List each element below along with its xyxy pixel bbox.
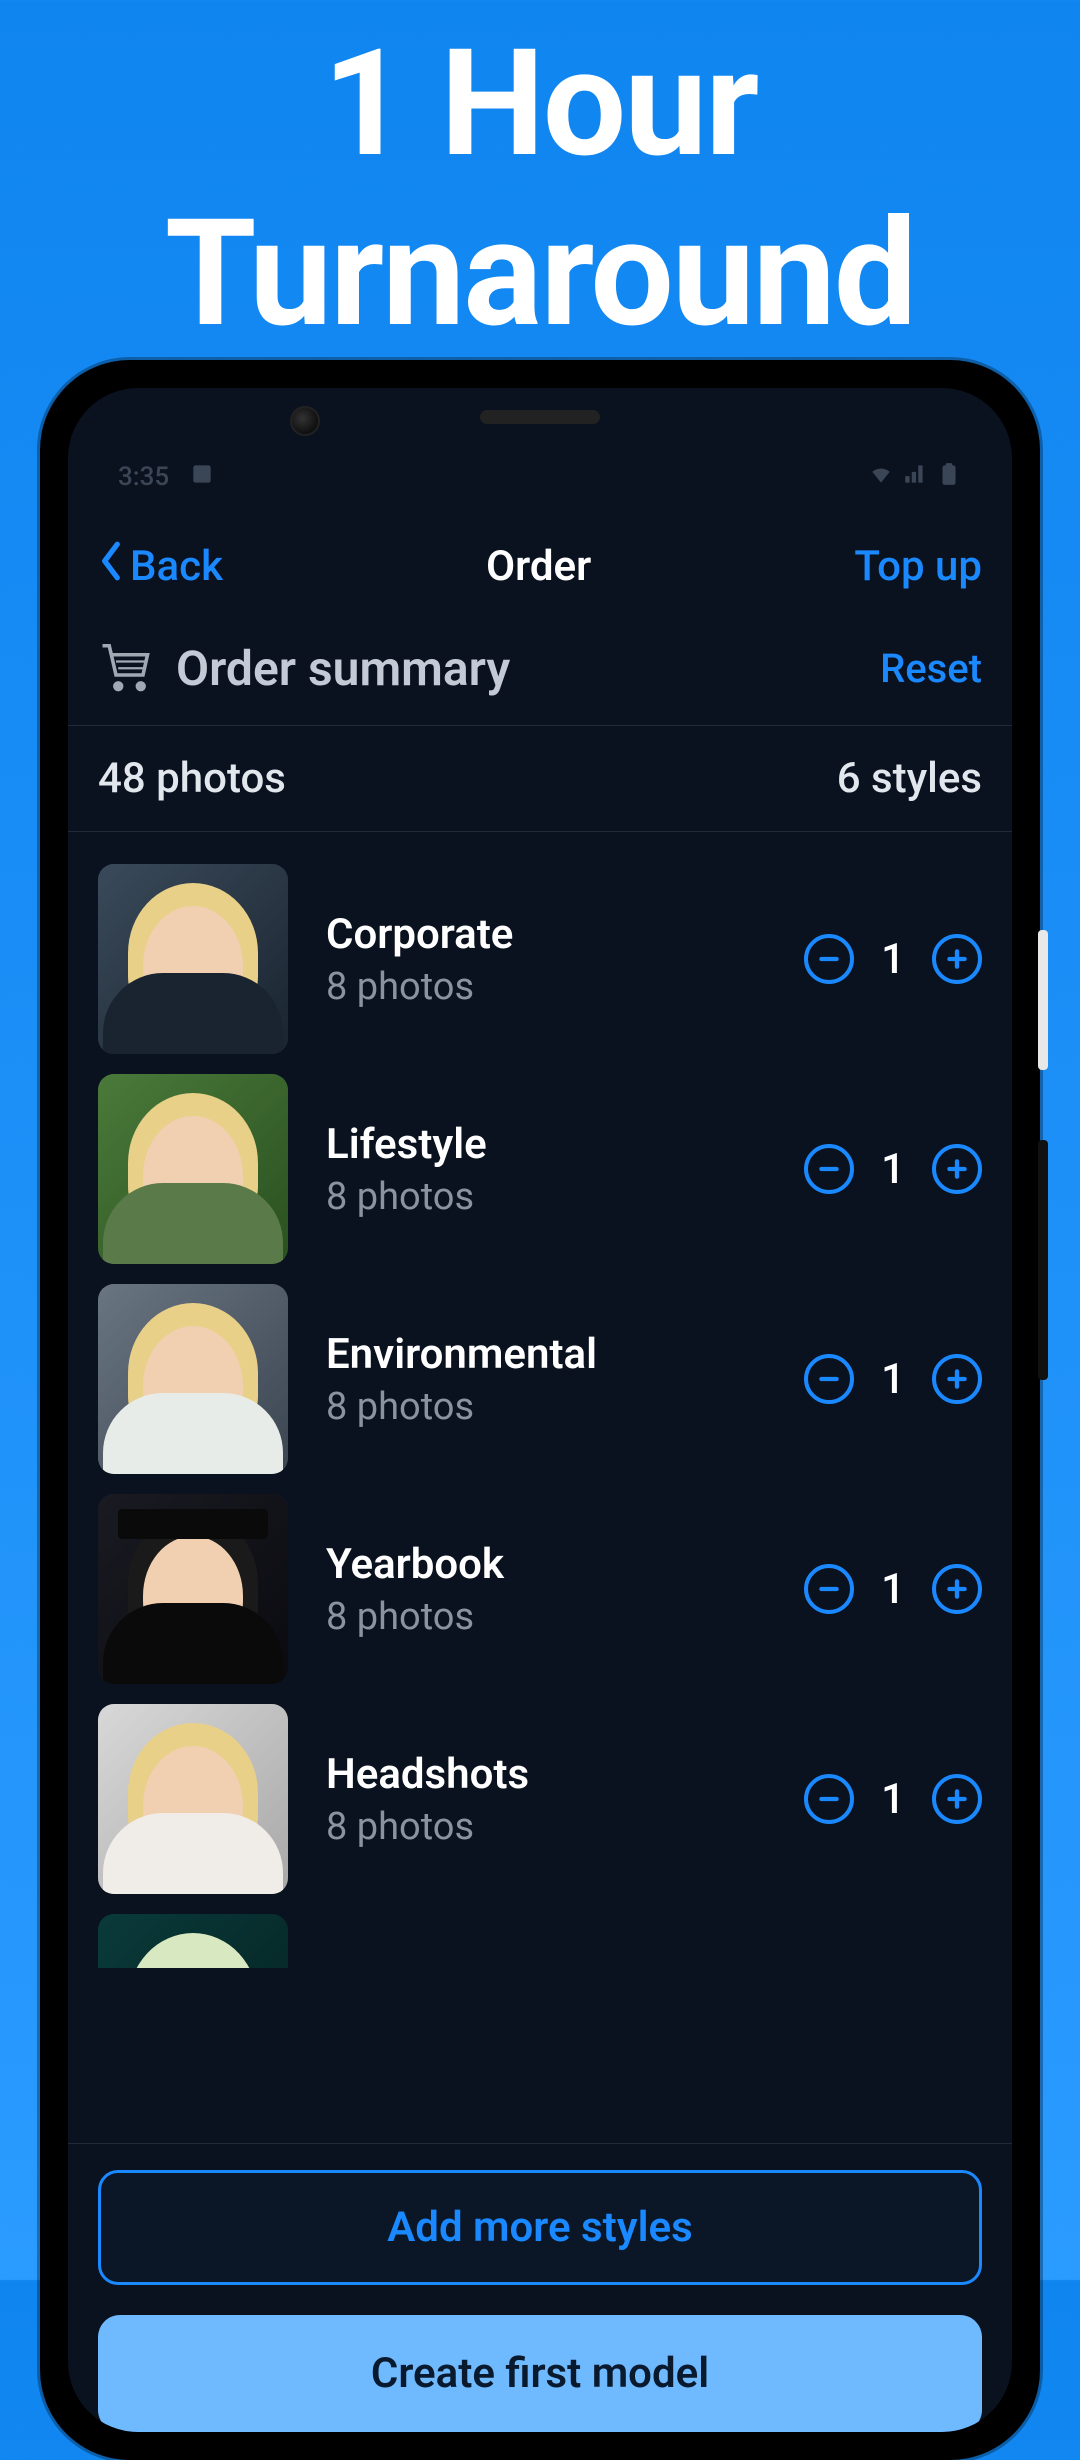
style-photo-count: 8 photos bbox=[326, 1805, 766, 1849]
style-photo-count: 8 photos bbox=[326, 1385, 766, 1429]
style-row: Yearbook 8 photos 1 bbox=[68, 1484, 1012, 1694]
camera-dot bbox=[290, 406, 320, 436]
hero-title-line-1: 1 Hour bbox=[0, 20, 1080, 190]
plus-icon bbox=[944, 946, 970, 972]
phone-power-button bbox=[1038, 930, 1048, 1070]
style-photo-count: 8 photos bbox=[326, 965, 766, 1009]
style-name: Headshots bbox=[326, 1750, 766, 1799]
quantity-value: 1 bbox=[878, 1775, 908, 1824]
style-thumbnail[interactable] bbox=[98, 1494, 288, 1684]
status-bar: 3:35 bbox=[68, 452, 1012, 502]
style-photo-count: 8 photos bbox=[326, 1595, 766, 1639]
style-name: Lifestyle bbox=[326, 1120, 766, 1169]
style-thumbnail[interactable] bbox=[98, 1914, 288, 1968]
quantity-value: 1 bbox=[878, 1355, 908, 1404]
battery-icon bbox=[936, 461, 962, 494]
style-name: Corporate bbox=[326, 910, 766, 959]
style-row: Corporate 8 photos 1 bbox=[68, 854, 1012, 1064]
decrement-button[interactable] bbox=[804, 1144, 854, 1194]
style-thumbnail[interactable] bbox=[98, 864, 288, 1054]
style-row: Environmental 8 photos 1 bbox=[68, 1274, 1012, 1484]
style-thumbnail[interactable] bbox=[98, 1284, 288, 1474]
style-thumbnail[interactable] bbox=[98, 1704, 288, 1894]
create-first-model-button[interactable]: Create first model bbox=[98, 2315, 982, 2432]
style-name: Environmental bbox=[326, 1330, 766, 1379]
plus-icon bbox=[944, 1156, 970, 1182]
quantity-stepper: 1 bbox=[804, 934, 982, 984]
footer-actions: Add more styles Create first model bbox=[68, 2143, 1012, 2432]
phone-screen: 3:35 bbox=[68, 388, 1012, 2432]
style-photo-count: 8 photos bbox=[326, 1175, 766, 1219]
style-info: Environmental 8 photos bbox=[326, 1330, 766, 1429]
style-thumbnail[interactable] bbox=[98, 1074, 288, 1264]
back-button[interactable]: Back bbox=[98, 540, 223, 593]
quantity-stepper: 1 bbox=[804, 1774, 982, 1824]
increment-button[interactable] bbox=[932, 1774, 982, 1824]
style-row: Lifestyle 8 photos 1 bbox=[68, 1064, 1012, 1274]
signal-icon bbox=[902, 461, 928, 494]
minus-icon bbox=[816, 1156, 842, 1182]
style-info: Lifestyle 8 photos bbox=[326, 1120, 766, 1219]
style-info: Yearbook 8 photos bbox=[326, 1540, 766, 1639]
style-info: Corporate 8 photos bbox=[326, 910, 766, 1009]
quantity-value: 1 bbox=[878, 935, 908, 984]
plus-icon bbox=[944, 1786, 970, 1812]
phone-volume-button bbox=[1038, 1140, 1048, 1380]
summary-title: Order summary bbox=[176, 640, 510, 697]
quantity-value: 1 bbox=[878, 1145, 908, 1194]
style-list[interactable]: Corporate8 photos1Lifestyle8 photos1Envi… bbox=[68, 832, 1012, 2143]
style-name: Yearbook bbox=[326, 1540, 766, 1589]
quantity-stepper: 1 bbox=[804, 1564, 982, 1614]
decrement-button[interactable] bbox=[804, 1774, 854, 1824]
increment-button[interactable] bbox=[932, 1564, 982, 1614]
topup-button[interactable]: Top up bbox=[854, 542, 982, 591]
cart-icon bbox=[98, 639, 152, 697]
total-photos: 48 photos bbox=[98, 754, 286, 803]
total-styles: 6 styles bbox=[837, 754, 982, 803]
increment-button[interactable] bbox=[932, 1354, 982, 1404]
hero-title: 1 Hour Turnaround bbox=[0, 0, 1080, 360]
minus-icon bbox=[816, 1576, 842, 1602]
add-more-styles-button[interactable]: Add more styles bbox=[98, 2170, 982, 2285]
phone-notch bbox=[480, 410, 600, 424]
decrement-button[interactable] bbox=[804, 1564, 854, 1614]
summary-bar: Order summary Reset bbox=[68, 615, 1012, 726]
plus-icon bbox=[944, 1576, 970, 1602]
back-label: Back bbox=[130, 542, 223, 591]
style-info: Headshots 8 photos bbox=[326, 1750, 766, 1849]
hero-title-line-2: Turnaround bbox=[0, 190, 1080, 360]
chevron-left-icon bbox=[98, 540, 124, 593]
quantity-stepper: 1 bbox=[804, 1354, 982, 1404]
decrement-button[interactable] bbox=[804, 934, 854, 984]
plus-icon bbox=[944, 1366, 970, 1392]
status-app-icon bbox=[189, 461, 215, 494]
nav-bar: Back Order Top up bbox=[68, 518, 1012, 615]
style-row: Headshots 8 photos 1 bbox=[68, 1694, 1012, 1904]
phone-frame: 3:35 bbox=[40, 360, 1040, 2460]
totals-bar: 48 photos 6 styles bbox=[68, 726, 1012, 832]
decrement-button[interactable] bbox=[804, 1354, 854, 1404]
minus-icon bbox=[816, 1366, 842, 1392]
quantity-stepper: 1 bbox=[804, 1144, 982, 1194]
style-row bbox=[68, 1904, 1012, 1968]
wifi-icon bbox=[868, 461, 894, 494]
increment-button[interactable] bbox=[932, 1144, 982, 1194]
quantity-value: 1 bbox=[878, 1565, 908, 1614]
minus-icon bbox=[816, 946, 842, 972]
minus-icon bbox=[816, 1786, 842, 1812]
reset-button[interactable]: Reset bbox=[880, 645, 982, 692]
phone-speaker bbox=[480, 410, 600, 424]
status-time: 3:35 bbox=[118, 462, 169, 492]
page-title: Order bbox=[486, 542, 591, 591]
increment-button[interactable] bbox=[932, 934, 982, 984]
